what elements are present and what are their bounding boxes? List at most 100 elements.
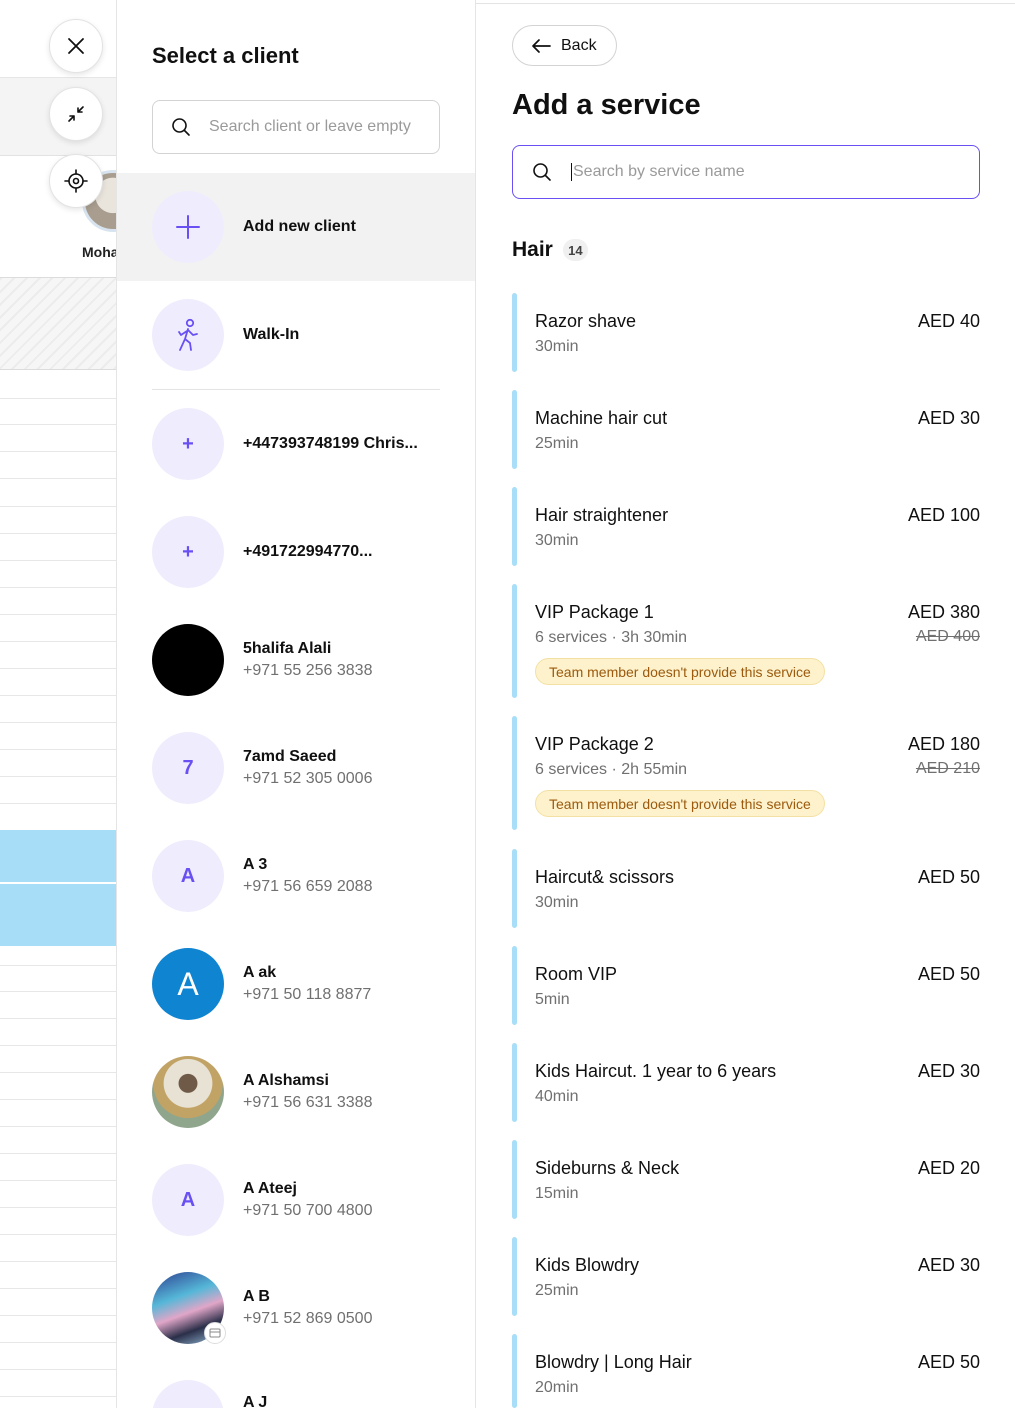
time-grid-line	[0, 991, 116, 992]
time-grid-line	[0, 776, 116, 777]
client-list-item[interactable]: A A J	[117, 1362, 475, 1408]
time-grid-line	[0, 506, 116, 507]
service-duration: 30min	[535, 532, 579, 549]
client-avatar: A	[152, 1164, 224, 1236]
service-search-box[interactable]	[512, 145, 980, 199]
service-price: AED 50	[917, 964, 980, 984]
client-name: A J	[243, 1394, 268, 1408]
client-list-item[interactable]: 7 7amd Saeed +971 52 305 0006	[117, 714, 475, 822]
client-list-item[interactable]: A Alshamsi +971 56 631 3388	[117, 1038, 475, 1146]
walk-in-label: Walk-In	[243, 326, 300, 343]
client-name: +447393748199 Chris...	[243, 435, 418, 452]
client-list-item[interactable]: A B +971 52 869 0500	[117, 1254, 475, 1362]
category-header: Hair 14	[512, 238, 588, 262]
back-button[interactable]: Back	[512, 25, 617, 66]
service-name: Sideburns & Neck	[535, 1158, 680, 1178]
service-price: AED 30	[917, 1061, 980, 1081]
service-duration: 6 services · 2h 55min	[535, 761, 688, 778]
client-list-item[interactable]: + +491722994770...	[117, 498, 475, 606]
service-item[interactable]: VIP Package 1 6 services · 3h 30min AED …	[512, 584, 980, 698]
client-name: +491722994770...	[243, 543, 373, 560]
blocked-time-slot	[0, 278, 116, 370]
target-icon	[64, 169, 88, 193]
service-color-bar	[512, 1140, 517, 1219]
collapse-icon	[68, 106, 84, 122]
collapse-button[interactable]	[49, 87, 103, 141]
time-grid-line	[0, 614, 116, 615]
client-avatar: +	[152, 516, 224, 588]
time-grid-line	[0, 1072, 116, 1073]
service-item[interactable]: Kids Haircut. 1 year to 6 years 40min AE…	[512, 1043, 980, 1122]
client-avatar	[152, 624, 224, 696]
service-original-price: AED 400	[915, 628, 980, 645]
service-item[interactable]: Sideburns & Neck 15min AED 20	[512, 1140, 980, 1219]
client-list-item[interactable]: A A Ateej +971 50 700 4800	[117, 1146, 475, 1254]
client-select-panel: Select a client Add new client Walk-In +…	[116, 0, 476, 1408]
service-duration: 30min	[535, 338, 579, 355]
service-item[interactable]: Kids Blowdry 25min AED 30	[512, 1237, 980, 1316]
add-new-client-item[interactable]: Add new client	[117, 173, 475, 281]
time-grid-line	[0, 1369, 116, 1370]
service-item[interactable]: Hair straightener 30min AED 100	[512, 487, 980, 566]
service-price: AED 100	[907, 505, 980, 525]
time-grid-line	[0, 641, 116, 642]
client-name: A 3	[243, 856, 268, 873]
client-list-item[interactable]: + +447393748199 Chris...	[117, 390, 475, 498]
service-item[interactable]: VIP Package 2 6 services · 2h 55min AED …	[512, 716, 980, 830]
service-item[interactable]: Blowdry | Long Hair 20min AED 50	[512, 1334, 980, 1408]
time-grid-line	[0, 533, 116, 534]
service-color-bar	[512, 293, 517, 372]
service-color-bar	[512, 390, 517, 469]
time-grid-line	[0, 1288, 116, 1289]
service-item[interactable]: Razor shave 30min AED 40	[512, 293, 980, 372]
client-list-item[interactable]: 5halifa Alali +971 55 256 3838	[117, 606, 475, 714]
service-name: Razor shave	[535, 311, 637, 331]
client-phone: +971 50 700 4800	[243, 1202, 373, 1219]
service-color-bar	[512, 716, 517, 830]
client-search-input[interactable]	[209, 118, 421, 136]
time-grid-line	[0, 1342, 116, 1343]
service-search-input[interactable]	[571, 163, 961, 181]
time-grid-line	[0, 1018, 116, 1019]
service-panel-title: Add a service	[512, 89, 701, 121]
time-grid-line	[0, 1126, 116, 1127]
close-button[interactable]	[49, 19, 103, 73]
appointment-block[interactable]	[0, 830, 116, 882]
client-avatar: +	[152, 408, 224, 480]
time-grid-line	[0, 803, 116, 804]
walk-in-item[interactable]: Walk-In	[117, 281, 475, 389]
service-item[interactable]: Room VIP 5min AED 50	[512, 946, 980, 1025]
calendar-background: Moha	[0, 0, 116, 1408]
time-grid-line	[0, 1153, 116, 1154]
card-icon	[204, 1322, 226, 1344]
client-avatar	[152, 1056, 224, 1128]
warning-badge: Team member doesn't provide this service	[535, 658, 825, 685]
service-item[interactable]: Haircut& scissors 30min AED 50	[512, 849, 980, 928]
client-name: A ak	[243, 964, 277, 981]
category-count-badge: 14	[562, 239, 588, 261]
time-grid-line	[0, 722, 116, 723]
time-grid-line	[0, 965, 116, 966]
client-phone: +971 52 869 0500	[243, 1310, 373, 1327]
appointment-block[interactable]	[0, 884, 116, 946]
service-price: AED 50	[917, 867, 980, 887]
service-item[interactable]: Machine hair cut 25min AED 30	[512, 390, 980, 469]
time-grid-line	[0, 668, 116, 669]
service-color-bar	[512, 584, 517, 698]
service-name: Machine hair cut	[535, 408, 668, 428]
client-list-item[interactable]: A A 3 +971 56 659 2088	[117, 822, 475, 930]
time-grid-line	[0, 424, 116, 425]
client-search-box[interactable]	[152, 100, 440, 154]
client-phone: +971 52 305 0006	[243, 770, 373, 787]
back-label: Back	[561, 36, 597, 54]
service-duration: 20min	[535, 1379, 579, 1396]
client-avatar: 7	[152, 732, 224, 804]
client-list-item[interactable]: A A ak +971 50 118 8877	[117, 930, 475, 1038]
time-grid-line	[0, 478, 116, 479]
time-grid-line	[0, 1396, 116, 1397]
time-grid-line	[0, 695, 116, 696]
locate-button[interactable]	[49, 154, 103, 208]
service-duration: 25min	[535, 1282, 579, 1299]
time-grid-line	[0, 1261, 116, 1262]
service-price: AED 180	[907, 734, 980, 754]
